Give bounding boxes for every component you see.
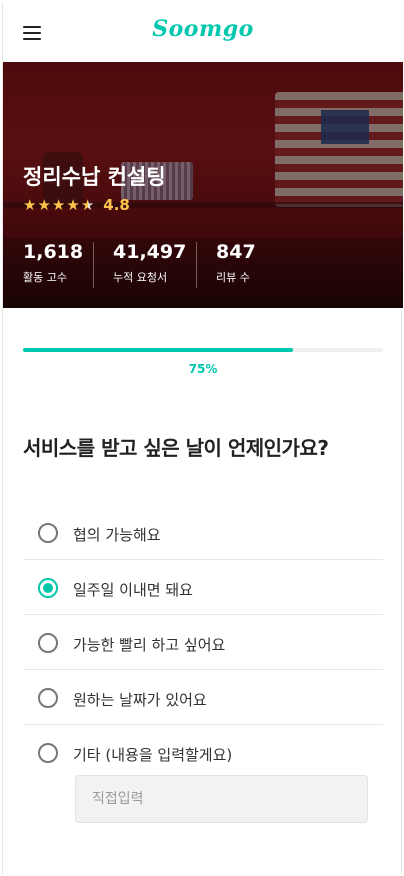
option-within-week[interactable]: 일주일 이내면 돼요 <box>23 560 383 615</box>
radio-button[interactable] <box>38 633 58 653</box>
page-frame: Soomgo 정리수납 컨설팅 ★ ★ ★ ★ ★ 4.8 1,618 활동 고… <box>2 2 403 874</box>
answer-options: 협의 가능해요 일주일 이내면 돼요 가능한 빨리 하고 싶어요 원하는 날짜가… <box>23 505 383 780</box>
star-icon: ★ <box>23 195 37 214</box>
stat-divider <box>196 242 197 288</box>
rating-value: 4.8 <box>103 196 130 214</box>
stat-divider <box>93 242 94 288</box>
option-label: 가능한 빨리 하고 싶어요 <box>73 636 226 654</box>
radio-button[interactable] <box>38 688 58 708</box>
half-star-icon: ★ <box>80 195 95 214</box>
option-asap[interactable]: 가능한 빨리 하고 싶어요 <box>23 615 383 670</box>
stat-label: 리뷰 수 <box>216 271 250 284</box>
service-title: 정리수납 컨설팅 <box>23 165 166 189</box>
custom-answer-input[interactable] <box>75 775 368 823</box>
star-icon: ★ <box>37 195 51 214</box>
radio-button[interactable] <box>38 743 58 763</box>
progress-bar-fill <box>23 348 293 352</box>
stat-total-requests: 41,497 누적 요청서 <box>113 240 186 288</box>
option-negotiable[interactable]: 협의 가능해요 <box>23 505 383 560</box>
service-stats: 1,618 활동 고수 41,497 누적 요청서 847 리뷰 수 <box>3 240 403 290</box>
stat-label: 활동 고수 <box>23 271 67 284</box>
option-label: 일주일 이내면 돼요 <box>73 581 193 599</box>
option-other[interactable]: 기타 (내용을 입력할게요) <box>23 725 383 780</box>
star-icon: ★ <box>66 195 80 214</box>
stat-number: 1,618 <box>23 241 84 263</box>
stat-label: 누적 요청서 <box>113 271 168 284</box>
question-title: 서비스를 받고 싶은 날이 언제인가요? <box>23 436 329 460</box>
soomgo-logo[interactable]: Soomgo <box>3 16 403 42</box>
option-label: 기타 (내용을 입력할게요) <box>73 746 233 764</box>
stat-active-pros: 1,618 활동 고수 <box>23 240 83 288</box>
option-specific-date[interactable]: 원하는 날짜가 있어요 <box>23 670 383 725</box>
option-label: 원하는 날짜가 있어요 <box>73 691 207 709</box>
radio-button[interactable] <box>38 578 58 598</box>
progress-percent-label: 75% <box>188 362 218 376</box>
star-icon: ★ <box>51 195 66 214</box>
stat-number: 847 <box>216 241 256 263</box>
top-header: Soomgo <box>3 2 403 62</box>
radio-button[interactable] <box>38 523 58 543</box>
service-hero-banner: 정리수납 컨설팅 ★ ★ ★ ★ ★ 4.8 1,618 활동 고수 41,49… <box>3 62 403 308</box>
stat-reviews: 847 리뷰 수 <box>216 240 256 288</box>
stat-number: 41,497 <box>113 241 187 263</box>
rating-row: ★ ★ ★ ★ ★ 4.8 <box>23 195 130 215</box>
option-label: 협의 가능해요 <box>73 526 161 544</box>
progress-bar <box>23 348 383 352</box>
